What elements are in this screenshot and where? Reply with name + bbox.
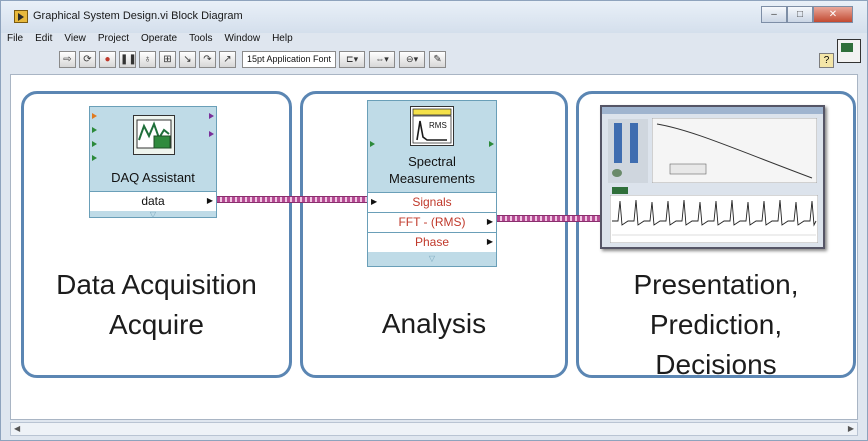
title-bar[interactable]: Graphical System Design.vi Block Diagram…: [1, 1, 867, 33]
daq-assistant-title: DAQ Assistant: [111, 170, 195, 185]
acquire-title: Data Acquisition: [56, 269, 257, 300]
pause-icon[interactable]: ❚❚: [119, 50, 137, 68]
output-arrow-icon: ▶: [486, 217, 493, 226]
thumb-indicator-icon: [612, 187, 628, 194]
toolbar: ⇨ ⟳ ● ❚❚ ♁ ⊞ ↘ ↷ ↗ 15pt Application Font…: [59, 49, 449, 69]
font-selector[interactable]: 15pt Application Font: [242, 50, 337, 68]
thumb-decay-graph: [652, 118, 817, 183]
data-wire-2[interactable]: [497, 215, 600, 222]
presentation-line2: Prediction,: [649, 309, 783, 340]
menu-view[interactable]: View: [64, 33, 86, 47]
analysis-title: Analysis: [381, 308, 487, 339]
labview-app-icon: [14, 10, 28, 23]
scroll-right-icon[interactable]: ▶: [848, 423, 854, 435]
run-continuously-icon[interactable]: ⟳: [79, 50, 96, 68]
menu-operate[interactable]: Operate: [141, 33, 177, 47]
data-wire-1[interactable]: [217, 196, 367, 203]
thumb-slider-icon: [614, 123, 622, 163]
phase-label: Phase: [414, 235, 450, 249]
rms-icon-label: RMS: [429, 121, 447, 130]
menu-bar: File Edit View Project Operate Tools Win…: [7, 33, 305, 47]
minimize-button[interactable]: –: [761, 6, 787, 23]
scroll-left-icon[interactable]: ◀: [14, 423, 20, 435]
signals-label: Signals: [412, 195, 452, 209]
context-help-icon[interactable]: ?: [819, 53, 834, 68]
presentation-line3: Decisions: [655, 349, 777, 380]
thumb-titlebar: [602, 107, 823, 114]
abort-icon[interactable]: ●: [99, 50, 116, 68]
spectral-measurements-node[interactable]: RMS Spectral Measurements Signals ▶ FFT …: [367, 100, 497, 267]
menu-edit[interactable]: Edit: [35, 33, 52, 47]
menu-project[interactable]: Project: [98, 33, 129, 47]
thumb-controls: [608, 119, 648, 183]
front-panel-thumbnail[interactable]: [600, 105, 825, 249]
spectral-title-line1: Spectral: [408, 154, 456, 169]
menu-file[interactable]: File: [7, 33, 23, 47]
thumb-led-icon: [612, 169, 622, 177]
input-arrow-icon: ▶: [371, 197, 378, 206]
menu-help[interactable]: Help: [272, 33, 293, 47]
thumb-signal-graph: [610, 195, 818, 243]
fft-rms-terminal[interactable]: FFT - (RMS) ▶: [368, 212, 496, 232]
maximize-button[interactable]: □: [787, 6, 813, 23]
align-objects-icon[interactable]: ⊏▾: [339, 50, 366, 68]
vi-icon[interactable]: [837, 39, 861, 63]
labview-window: Graphical System Design.vi Block Diagram…: [0, 0, 868, 441]
daq-assistant-node[interactable]: DAQ Assistant data ▶ ▽: [89, 106, 217, 220]
daq-waveform-icon: [136, 119, 172, 149]
retain-wire-values-icon[interactable]: ⊞: [159, 50, 176, 68]
menu-window[interactable]: Window: [224, 33, 260, 47]
highlight-execution-icon[interactable]: ♁: [139, 50, 156, 68]
daq-data-label: data: [141, 194, 165, 208]
close-button[interactable]: ✕: [813, 6, 853, 23]
spectral-title-line2: Measurements: [389, 171, 475, 186]
spectral-icon: RMS: [410, 106, 454, 146]
step-into-icon[interactable]: ↘: [179, 50, 196, 68]
daq-assistant-icon: [133, 115, 175, 155]
node-resize-grip-icon[interactable]: ▽: [368, 254, 496, 264]
thumb-slider-icon: [630, 123, 638, 163]
step-out-icon[interactable]: ↗: [219, 50, 236, 68]
step-over-icon[interactable]: ↷: [199, 50, 216, 68]
cleanup-diagram-icon[interactable]: ✎: [429, 50, 447, 68]
node-resize-grip-icon[interactable]: ▽: [90, 210, 216, 220]
window-controls: – □ ✕: [761, 6, 853, 23]
distribute-objects-icon[interactable]: ⇔▾: [369, 50, 396, 68]
signals-terminal[interactable]: Signals ▶: [368, 192, 496, 212]
fft-rms-label: FFT - (RMS): [398, 215, 466, 229]
daq-data-terminal[interactable]: data ▶: [90, 191, 216, 211]
output-arrow-icon: ▶: [206, 196, 213, 205]
output-arrow-icon: ▶: [486, 237, 493, 246]
acquire-subtitle: Acquire: [109, 309, 204, 340]
window-title: Graphical System Design.vi Block Diagram: [33, 10, 243, 22]
menu-tools[interactable]: Tools: [189, 33, 212, 47]
phase-terminal[interactable]: Phase ▶: [368, 232, 496, 252]
reorder-icon[interactable]: ⊖▾: [399, 50, 426, 68]
run-arrow-icon[interactable]: ⇨: [59, 50, 76, 68]
horizontal-scrollbar[interactable]: ◀ ▶: [10, 422, 858, 436]
presentation-line1: Presentation,: [633, 269, 799, 300]
